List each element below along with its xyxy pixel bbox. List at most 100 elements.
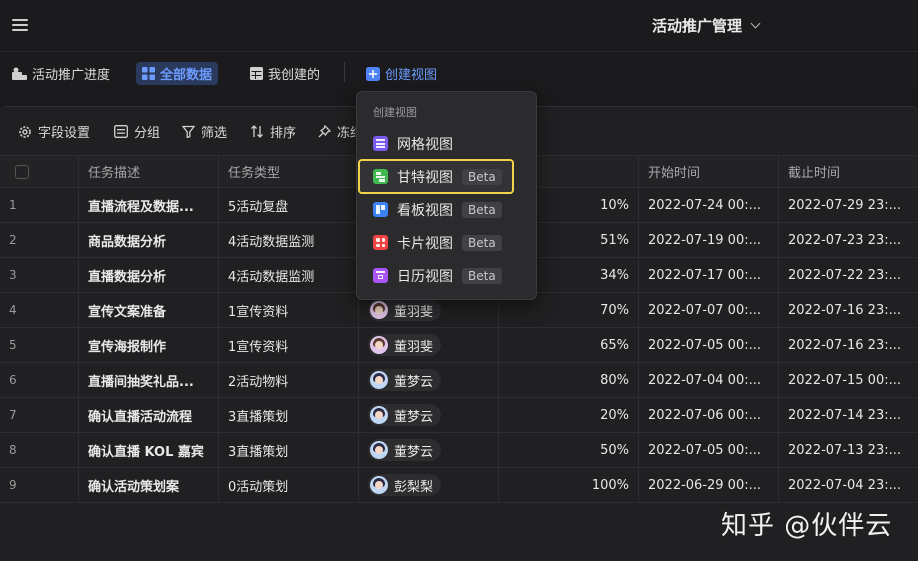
menu-item-calendar-view[interactable]: 日历视图 Beta (361, 260, 534, 291)
task-description-cell[interactable]: 直播数据分析 (79, 258, 219, 292)
start-time-cell[interactable]: 2022-06-29 00:... (639, 468, 779, 502)
end-time-cell[interactable]: 2022-07-14 23:... (779, 398, 918, 432)
row-number[interactable]: 8 (0, 433, 79, 467)
progress-cell[interactable]: 100% (499, 468, 639, 502)
progress-cell[interactable]: 20% (499, 398, 639, 432)
row-number[interactable]: 7 (0, 398, 79, 432)
end-time-cell[interactable]: 2022-07-22 23:... (779, 258, 918, 292)
task-description-cell[interactable]: 直播间抽奖礼品... (79, 363, 219, 397)
select-all-cell (0, 156, 79, 187)
task-type-cell[interactable]: 5活动复盘 (219, 188, 359, 222)
task-type-cell[interactable]: 2活动物料 (219, 363, 359, 397)
task-type-cell[interactable]: 0活动策划 (219, 468, 359, 502)
column-header[interactable]: 开始时间 (639, 156, 779, 187)
task-description-cell[interactable]: 直播流程及数据... (79, 188, 219, 222)
menu-item-card-view[interactable]: 卡片视图 Beta (361, 227, 534, 258)
grid-icon (142, 67, 155, 80)
menu-item-kanban-view[interactable]: 看板视图 Beta (361, 194, 534, 225)
view-tab-activity-progress[interactable]: 活动推广进度 (6, 62, 116, 85)
menu-item-label: 卡片视图 (397, 235, 453, 252)
create-view-button[interactable]: 创建视图 (360, 62, 443, 85)
progress-cell[interactable]: 50% (499, 433, 639, 467)
column-header[interactable]: 任务类型 (219, 156, 359, 187)
task-description-cell[interactable]: 确认直播 KOL 嘉宾 (79, 433, 219, 467)
assignee-cell[interactable]: 董梦云 (359, 398, 499, 432)
top-bar: 活动推广管理 (0, 0, 918, 52)
card-view-icon (373, 235, 388, 250)
task-type-cell[interactable]: 3直播策划 (219, 433, 359, 467)
end-time-cell[interactable]: 2022-07-23 23:... (779, 223, 918, 257)
sort-button[interactable]: 排序 (250, 122, 296, 141)
start-time-cell[interactable]: 2022-07-05 00:... (639, 433, 779, 467)
column-header[interactable]: 截止时间 (779, 156, 918, 187)
assignee-cell[interactable]: 董羽斐 (359, 328, 499, 362)
start-time-cell[interactable]: 2022-07-06 00:... (639, 398, 779, 432)
end-time-cell[interactable]: 2022-07-04 23:... (779, 468, 918, 502)
end-time-cell[interactable]: 2022-07-29 23:... (779, 188, 918, 222)
table-row[interactable]: 9 确认活动策划案 0活动策划 彭梨梨 100% 2022-06-29 00:... 202… (0, 468, 918, 503)
group-button[interactable]: 分组 (114, 122, 160, 141)
row-number[interactable]: 1 (0, 188, 79, 222)
avatar (370, 336, 388, 354)
task-type-cell[interactable]: 4活动数据监测 (219, 258, 359, 292)
end-time-cell[interactable]: 2022-07-15 00:... (779, 363, 918, 397)
assignee-chip[interactable]: 董羽斐 (368, 299, 442, 321)
table-row[interactable]: 5 宣传海报制作 1宣传资料 董羽斐 65% 2022-07-05 00:... 2022-… (0, 328, 918, 363)
end-time-cell[interactable]: 2022-07-16 23:... (779, 293, 918, 327)
assignee-chip[interactable]: 董羽斐 (368, 334, 442, 356)
menu-item-grid-view[interactable]: 网格视图 (361, 128, 534, 159)
row-number[interactable]: 6 (0, 363, 79, 397)
assignee-name: 董梦云 (394, 409, 434, 425)
row-number[interactable]: 5 (0, 328, 79, 362)
menu-item-gantt-view[interactable]: 甘特视图 Beta (358, 159, 514, 194)
assignee-chip[interactable]: 董梦云 (368, 404, 442, 426)
field-settings-button[interactable]: 字段设置 (18, 122, 90, 141)
table-row[interactable]: 6 直播间抽奖礼品... 2活动物料 董梦云 80% 2022-07-04 00:... 2… (0, 363, 918, 398)
sort-icon (251, 125, 263, 138)
row-number[interactable]: 4 (0, 293, 79, 327)
table-row[interactable]: 7 确认直播活动流程 3直播策划 董梦云 20% 2022-07-06 00:... 202… (0, 398, 918, 433)
view-tab-created-by-me[interactable]: 我创建的 (244, 62, 326, 85)
task-type-cell[interactable]: 1宣传资料 (219, 328, 359, 362)
assignee-cell[interactable]: 董梦云 (359, 433, 499, 467)
menu-item-label: 看板视图 (397, 202, 453, 219)
progress-cell[interactable]: 80% (499, 363, 639, 397)
app-title: 活动推广管理 (652, 17, 743, 35)
assignee-name: 董梦云 (394, 444, 434, 460)
assignee-chip[interactable]: 董梦云 (368, 369, 442, 391)
assignee-cell[interactable]: 董梦云 (359, 363, 499, 397)
row-number[interactable]: 9 (0, 468, 79, 502)
task-description-cell[interactable]: 宣传文案准备 (79, 293, 219, 327)
row-number[interactable]: 2 (0, 223, 79, 257)
app-title-dropdown[interactable]: 活动推广管理 (652, 15, 761, 36)
start-time-cell[interactable]: 2022-07-04 00:... (639, 363, 779, 397)
menu-item-label: 日历视图 (397, 268, 453, 285)
filter-button[interactable]: 筛选 (182, 122, 227, 141)
table-row[interactable]: 8 确认直播 KOL 嘉宾 3直播策划 董梦云 50% 2022-07-05 00:...… (0, 433, 918, 468)
create-view-label: 创建视图 (385, 68, 438, 83)
assignee-cell[interactable]: 彭梨梨 (359, 468, 499, 502)
task-description-cell[interactable]: 确认活动策划案 (79, 468, 219, 502)
column-header[interactable]: 任务描述 (79, 156, 219, 187)
task-description-cell[interactable]: 宣传海报制作 (79, 328, 219, 362)
end-time-cell[interactable]: 2022-07-13 23:... (779, 433, 918, 467)
assignee-name: 董羽斐 (394, 304, 434, 320)
start-time-cell[interactable]: 2022-07-24 00:... (639, 188, 779, 222)
task-description-cell[interactable]: 确认直播活动流程 (79, 398, 219, 432)
row-number[interactable]: 3 (0, 258, 79, 292)
task-description-cell[interactable]: 商品数据分析 (79, 223, 219, 257)
start-time-cell[interactable]: 2022-07-07 00:... (639, 293, 779, 327)
progress-cell[interactable]: 65% (499, 328, 639, 362)
assignee-chip[interactable]: 董梦云 (368, 439, 442, 461)
select-all-checkbox[interactable] (15, 164, 29, 179)
view-tab-all-data[interactable]: 全部数据 (136, 62, 219, 85)
hamburger-menu-icon[interactable] (12, 19, 28, 33)
task-type-cell[interactable]: 1宣传资料 (219, 293, 359, 327)
task-type-cell[interactable]: 3直播策划 (219, 398, 359, 432)
task-type-cell[interactable]: 4活动数据监测 (219, 223, 359, 257)
assignee-chip[interactable]: 彭梨梨 (368, 474, 442, 496)
start-time-cell[interactable]: 2022-07-17 00:... (639, 258, 779, 292)
start-time-cell[interactable]: 2022-07-19 00:... (639, 223, 779, 257)
start-time-cell[interactable]: 2022-07-05 00:... (639, 328, 779, 362)
end-time-cell[interactable]: 2022-07-16 23:... (779, 328, 918, 362)
